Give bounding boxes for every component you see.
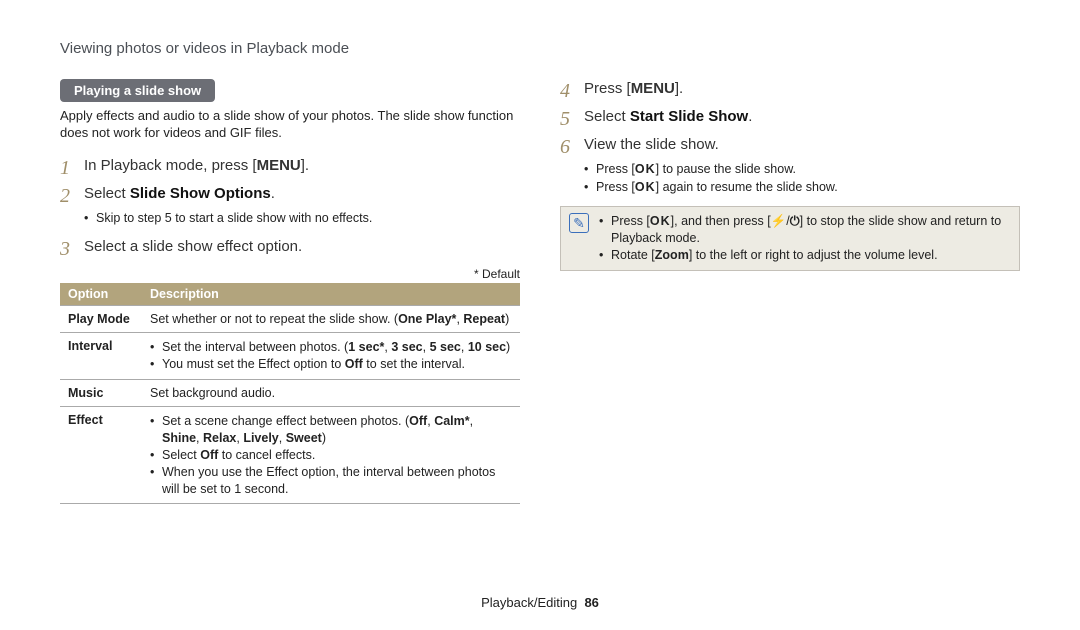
left-column: Playing a slide show Apply effects and a… (60, 79, 520, 504)
page-footer: Playback/Editing 86 (0, 595, 1080, 610)
step-number: 6 (560, 135, 584, 159)
step-bold: Start Slide Show (630, 108, 748, 125)
page-number: 86 (584, 595, 598, 610)
menu-icon: MENU (257, 157, 301, 174)
step-text: Select (84, 185, 130, 202)
flash-icon: ⚡ (771, 214, 787, 228)
step-bold: Slide Show Options (130, 185, 271, 202)
option-desc: Set the interval between photos. (1 sec*… (142, 333, 520, 380)
option-name: Effect (60, 407, 142, 504)
note-box: ✎ Press [OK], and then press [⚡/⏻] to st… (560, 206, 1020, 271)
sub-heading: Playing a slide show (60, 79, 215, 102)
note-bullet: Press [OK], and then press [⚡/⏻] to stop… (599, 213, 1011, 247)
option-desc: Set whether or not to repeat the slide s… (142, 306, 520, 333)
step-4: 4 Press [MENU]. (560, 79, 1020, 103)
step-number: 3 (60, 237, 84, 261)
table-header: Description (142, 283, 520, 306)
ok-icon: OK (635, 180, 656, 194)
option-name: Music (60, 380, 142, 407)
note-icon: ✎ (569, 213, 589, 233)
option-name: Play Mode (60, 306, 142, 333)
table-row: Music Set background audio. (60, 380, 520, 407)
step-1: 1 In Playback mode, press [MENU]. (60, 156, 520, 180)
default-note: * Default (60, 267, 520, 281)
sub-bullet: Skip to step 5 to start a slide show wit… (84, 210, 520, 228)
step-number: 5 (560, 107, 584, 131)
step-text: Select a slide show effect option. (84, 237, 302, 257)
step-text: ]. (675, 80, 683, 97)
step-6: 6 View the slide show. (560, 135, 1020, 159)
step-3: 3 Select a slide show effect option. (60, 237, 520, 261)
step-text: . (748, 108, 752, 125)
intro-text: Apply effects and audio to a slide show … (60, 108, 520, 142)
options-table: Option Description Play Mode Set whether… (60, 283, 520, 504)
table-row: Play Mode Set whether or not to repeat t… (60, 306, 520, 333)
ok-icon: OK (635, 162, 656, 176)
ok-icon: OK (650, 214, 671, 228)
sub-bullet: Press [OK] to pause the slide show. (584, 161, 1020, 179)
table-header: Option (60, 283, 142, 306)
step-sub-bullets: Press [OK] to pause the slide show. Pres… (584, 161, 1020, 196)
step-text: Select (584, 108, 630, 125)
option-desc: Set background audio. (142, 380, 520, 407)
step-sub-bullets: Skip to step 5 to start a slide show wit… (84, 210, 520, 228)
note-bullet: Rotate [Zoom] to the left or right to ad… (599, 247, 1011, 264)
right-column: 4 Press [MENU]. 5 Select Start Slide Sho… (560, 79, 1020, 504)
step-text: ]. (301, 157, 309, 174)
option-name: Interval (60, 333, 142, 380)
step-2: 2 Select Slide Show Options. (60, 184, 520, 208)
step-text: . (271, 185, 275, 202)
step-number: 2 (60, 184, 84, 208)
note-bullets: Press [OK], and then press [⚡/⏻] to stop… (599, 213, 1011, 264)
step-5: 5 Select Start Slide Show. (560, 107, 1020, 131)
step-number: 1 (60, 156, 84, 180)
menu-icon: MENU (631, 80, 675, 97)
power-icon: ⏻ (790, 214, 800, 228)
option-desc: Set a scene change effect between photos… (142, 407, 520, 504)
step-text: In Playback mode, press [ (84, 157, 257, 174)
table-row: Interval Set the interval between photos… (60, 333, 520, 380)
sub-bullet: Press [OK] again to resume the slide sho… (584, 179, 1020, 197)
content-columns: Playing a slide show Apply effects and a… (60, 79, 1020, 504)
step-text: View the slide show. (584, 135, 719, 155)
table-row: Effect Set a scene change effect between… (60, 407, 520, 504)
page-header: Viewing photos or videos in Playback mod… (60, 40, 1020, 57)
footer-section: Playback/Editing (481, 595, 577, 610)
step-text: Press [ (584, 80, 631, 97)
step-number: 4 (560, 79, 584, 103)
